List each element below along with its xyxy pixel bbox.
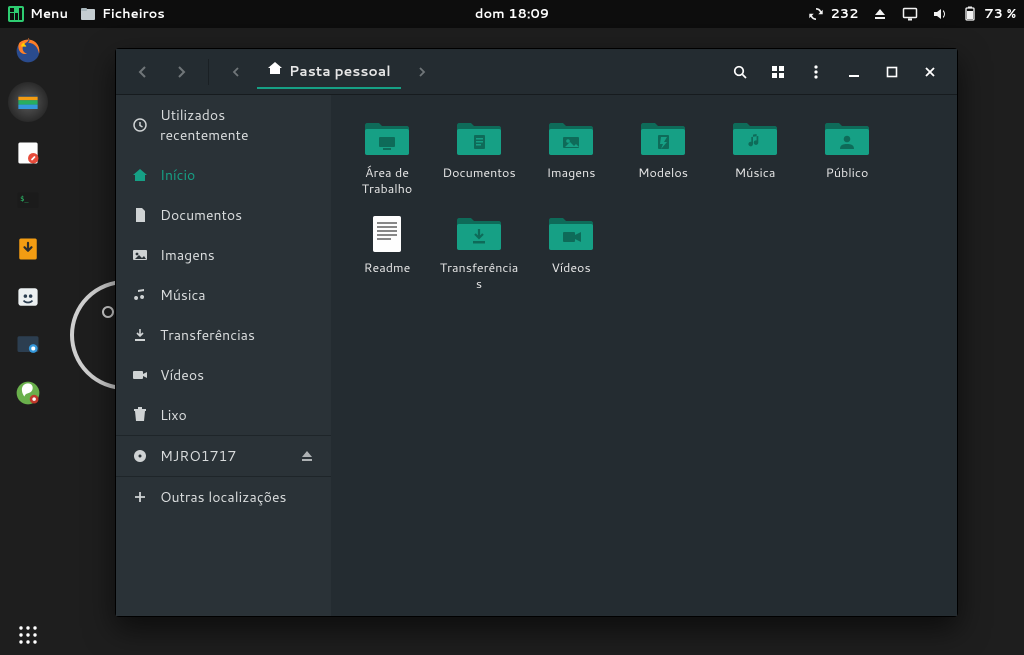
file-label: Vídeos	[551, 260, 590, 276]
path-prev-button[interactable]	[219, 57, 253, 87]
file-item[interactable]: Música	[711, 113, 799, 204]
headerbar: Pasta pessoal	[116, 49, 957, 95]
file-label: Readme	[364, 260, 411, 276]
dock-item-screenshot[interactable]	[11, 328, 45, 362]
file-label: Imagens	[547, 165, 596, 181]
sidebar-item-recent[interactable]: Utilizados recentemente	[116, 95, 331, 155]
file-item[interactable]: Documentos	[435, 113, 523, 204]
dock-item-files[interactable]	[8, 82, 48, 122]
download-icon	[132, 327, 148, 343]
sidebar-item-disk[interactable]: MJRO1717	[116, 436, 331, 476]
dock-item-terminal[interactable]: $_	[11, 184, 45, 218]
manjaro-logo-icon	[8, 6, 24, 22]
file-item[interactable]: Imagens	[527, 113, 615, 204]
clock-icon	[132, 117, 148, 133]
folder-icon	[547, 119, 595, 159]
sidebar-item-images[interactable]: Imagens	[116, 235, 331, 275]
menu-label: Menu	[30, 5, 68, 23]
folder-icon	[363, 119, 411, 159]
files-window: Pasta pessoal Utilizados recentemente In…	[115, 48, 958, 617]
eject-icon[interactable]	[299, 448, 315, 464]
disc-icon	[132, 448, 148, 464]
svg-text:$_: $_	[20, 195, 29, 203]
folder-icon	[455, 119, 503, 159]
textfile-icon	[363, 214, 411, 254]
search-button[interactable]	[723, 57, 757, 87]
path-next-button[interactable]	[405, 57, 439, 87]
image-icon	[132, 247, 148, 263]
updates-count: 232	[830, 5, 858, 23]
file-label: Música	[735, 165, 776, 181]
back-button[interactable]	[126, 57, 160, 87]
sidebar-item-other-locations[interactable]: Outras localizações	[116, 477, 331, 517]
trash-icon	[132, 407, 148, 423]
document-icon	[132, 207, 148, 223]
dock-item-installer[interactable]	[11, 232, 45, 266]
home-icon	[267, 60, 283, 81]
file-item[interactable]: Área de Trabalho	[343, 113, 431, 204]
refresh-icon	[808, 6, 824, 22]
video-icon	[132, 367, 148, 383]
sidebar-item-trash[interactable]: Lixo	[116, 395, 331, 435]
dock-item-firefox[interactable]	[11, 34, 45, 68]
menu-launcher[interactable]: Menu	[8, 5, 68, 23]
hamburger-menu-button[interactable]	[799, 57, 833, 87]
volume-icon[interactable]	[932, 6, 948, 22]
file-item[interactable]: Modelos	[619, 113, 707, 204]
sidebar-item-downloads[interactable]: Transferências	[116, 315, 331, 355]
battery-indicator[interactable]: 73 %	[962, 5, 1016, 23]
folder-icon	[639, 119, 687, 159]
file-label: Modelos	[638, 165, 688, 181]
folder-icon	[455, 214, 503, 254]
folder-icon	[823, 119, 871, 159]
file-item[interactable]: Transferências	[435, 208, 523, 299]
file-grid: Área de Trabalho Documentos Imagens Mode…	[343, 113, 945, 298]
folder-icon	[547, 214, 595, 254]
music-icon	[132, 287, 148, 303]
dock-item-chat[interactable]	[11, 280, 45, 314]
file-label: Área de Trabalho	[345, 165, 429, 198]
file-label: Transferências	[437, 260, 521, 293]
battery-percent: 73 %	[984, 5, 1016, 23]
dock: $_	[6, 34, 50, 649]
battery-icon	[962, 6, 978, 22]
file-item[interactable]: Vídeos	[527, 208, 615, 299]
dock-item-tweaks[interactable]	[11, 376, 45, 410]
minimize-button[interactable]	[837, 57, 871, 87]
display-icon[interactable]	[902, 6, 918, 22]
plus-icon	[132, 489, 148, 505]
file-item[interactable]: Público	[803, 113, 891, 204]
file-item[interactable]: Readme	[343, 208, 431, 299]
files-app-icon	[80, 6, 96, 22]
breadcrumb: Pasta pessoal	[257, 54, 401, 89]
file-pane[interactable]: Área de Trabalho Documentos Imagens Mode…	[331, 95, 957, 616]
active-app-indicator[interactable]: Ficheiros	[80, 5, 165, 23]
home-icon	[132, 167, 148, 183]
updates-indicator[interactable]: 232	[808, 5, 858, 23]
sidebar-item-documents[interactable]: Documentos	[116, 195, 331, 235]
view-toggle-button[interactable]	[761, 57, 795, 87]
maximize-button[interactable]	[875, 57, 909, 87]
close-button[interactable]	[913, 57, 947, 87]
folder-icon	[731, 119, 779, 159]
breadcrumb-home[interactable]: Pasta pessoal	[257, 54, 401, 89]
eject-tray-icon[interactable]	[872, 6, 888, 22]
show-applications-button[interactable]	[18, 625, 38, 645]
sidebar-item-music[interactable]: Música	[116, 275, 331, 315]
breadcrumb-label: Pasta pessoal	[289, 61, 391, 81]
sidebar-item-videos[interactable]: Vídeos	[116, 355, 331, 395]
sidebar: Utilizados recentemente Início Documento…	[116, 95, 331, 616]
file-label: Público	[826, 165, 869, 181]
sidebar-item-home[interactable]: Início	[116, 155, 331, 195]
dock-item-editor[interactable]	[11, 136, 45, 170]
forward-button[interactable]	[164, 57, 198, 87]
active-app-label: Ficheiros	[102, 5, 165, 23]
file-label: Documentos	[442, 165, 515, 181]
top-panel: Menu Ficheiros dom 18:09 232 73 %	[0, 0, 1024, 28]
